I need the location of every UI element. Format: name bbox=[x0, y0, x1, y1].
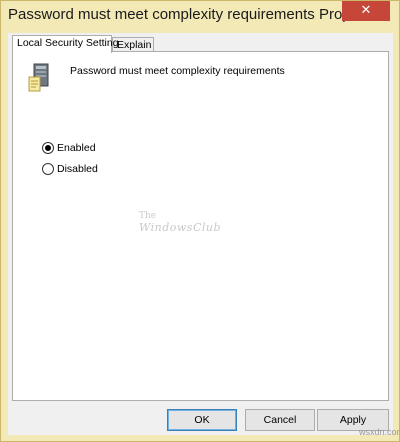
disabled-label[interactable]: Disabled bbox=[57, 163, 98, 175]
tab-local-security-setting[interactable]: Local Security Setting bbox=[12, 35, 119, 53]
policy-title: Password must meet complexity requiremen… bbox=[70, 65, 285, 77]
close-button[interactable]: ✕ bbox=[342, 1, 390, 21]
window-title: Password must meet complexity requiremen… bbox=[8, 6, 348, 23]
enabled-radio[interactable] bbox=[42, 142, 54, 154]
cancel-button[interactable]: Cancel bbox=[245, 409, 315, 431]
ok-button[interactable]: OK bbox=[167, 409, 237, 431]
close-icon: ✕ bbox=[360, 3, 372, 18]
disabled-radio[interactable] bbox=[42, 163, 54, 175]
enabled-option[interactable]: Enabled bbox=[42, 141, 96, 155]
tab-panel: Password must meet complexity requiremen… bbox=[12, 51, 389, 401]
server-policy-icon bbox=[28, 63, 49, 92]
disabled-option[interactable]: Disabled bbox=[42, 162, 98, 176]
dialog-client-area: Local Security Setting Explain Password … bbox=[8, 33, 393, 435]
watermark-line-2: WindowsClub bbox=[139, 221, 222, 234]
enabled-label[interactable]: Enabled bbox=[57, 142, 96, 154]
title-bar[interactable]: Password must meet complexity requiremen… bbox=[1, 1, 399, 29]
properties-dialog: Password must meet complexity requiremen… bbox=[0, 0, 400, 442]
source-credit: wsxdn.com bbox=[359, 427, 400, 437]
watermark-logo: The WindowsClub bbox=[139, 210, 221, 234]
